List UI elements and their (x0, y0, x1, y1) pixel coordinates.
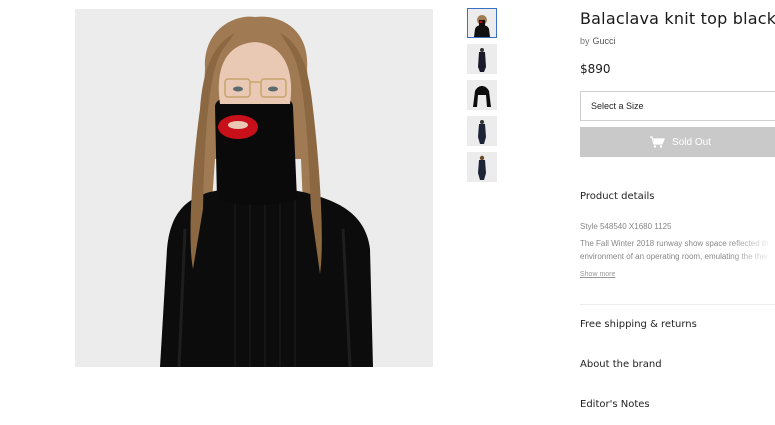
thumbnail-gallery (467, 8, 497, 188)
product-details-heading[interactable]: Product details (580, 191, 654, 202)
editors-notes-section[interactable]: Editor's Notes (580, 399, 650, 410)
brand-line: by Gucci (580, 36, 616, 46)
brand-link[interactable]: Gucci (593, 36, 616, 46)
size-select[interactable]: Select a Size (580, 91, 775, 121)
thumbnail-4[interactable] (467, 116, 497, 146)
product-title: Balaclava knit top black (580, 9, 775, 28)
show-more-link[interactable]: Show more (580, 271, 615, 278)
main-product-image (75, 9, 433, 367)
thumbnail-1[interactable] (467, 8, 497, 38)
thumbnail-2[interactable] (467, 44, 497, 74)
about-brand-section[interactable]: About the brand (580, 359, 662, 370)
description-fade (730, 237, 775, 263)
sold-out-label: Sold Out (672, 136, 711, 148)
sold-out-button[interactable]: Sold Out (580, 127, 775, 157)
thumbnail-5[interactable] (467, 152, 497, 182)
by-label: by (580, 36, 590, 46)
shopping-bag-icon (650, 136, 665, 148)
product-price: $890 (580, 62, 611, 76)
shipping-returns-section[interactable]: Free shipping & returns (580, 319, 697, 330)
model-photo (75, 9, 433, 367)
thumbnail-3[interactable] (467, 80, 497, 110)
style-number: Style 548540 X1680 1125 (580, 222, 672, 231)
section-divider (580, 304, 775, 305)
